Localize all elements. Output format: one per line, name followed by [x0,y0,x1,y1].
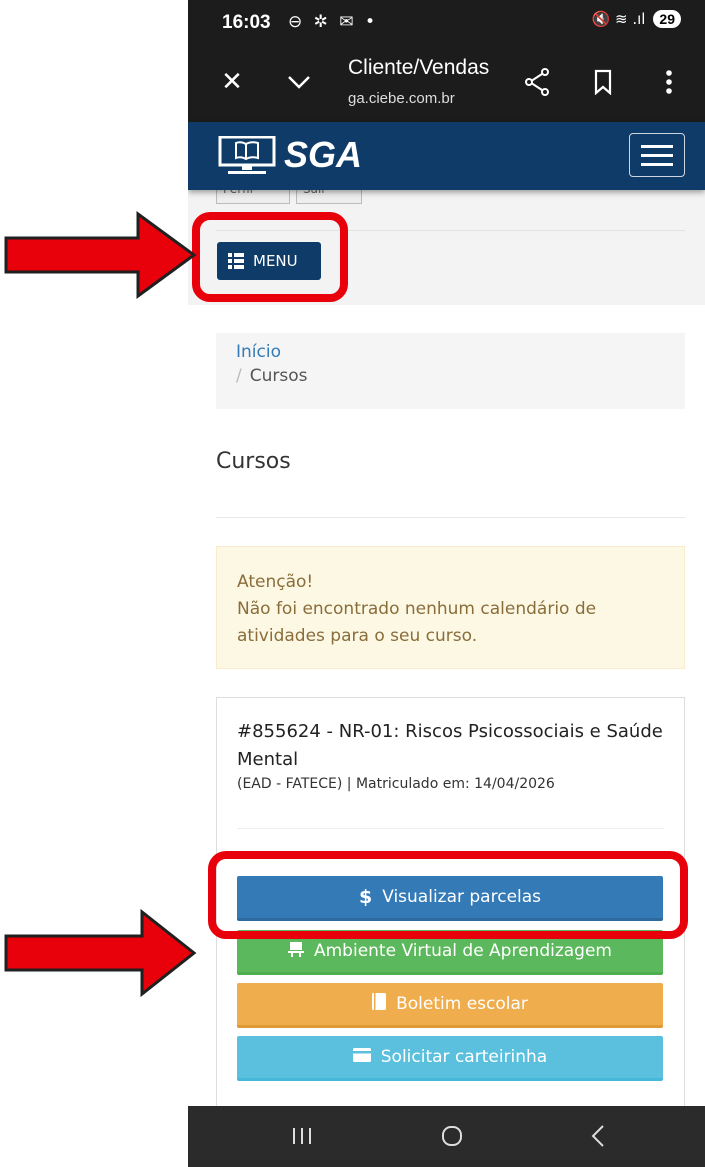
recent-apps-icon[interactable] [272,1116,332,1156]
report-card-button[interactable]: Boletim escolar [237,983,663,1028]
browser-page-title: Cliente/Vendas [348,56,490,79]
status-bar: 16:03 ⊖ ✲ ✉ • 🔇 ≋ .ıl 29 [188,0,705,46]
annotation-arrow-icon [4,211,197,299]
app-logo: SGA [284,134,363,175]
share-icon[interactable] [519,64,555,100]
book-icon [372,993,387,1015]
more-vertical-icon[interactable] [651,64,687,100]
course-meta: (EAD - FATECE) | Matriculado em: 14/04/2… [237,776,555,792]
alert-message: Não foi encontrado nenhum calendário de … [237,599,597,646]
system-nav-bar [188,1106,705,1167]
request-card-button[interactable]: Solicitar carteirinha [237,1036,663,1081]
hamburger-bar [641,153,673,157]
divider [237,828,664,829]
hamburger-bar [641,162,673,166]
back-icon[interactable] [568,1116,628,1156]
annotation-highlight-menu [192,212,348,302]
app-header: SGA [188,122,705,190]
browser-url[interactable]: ga.ciebe.com.br [348,90,455,107]
signal-icons: 🔇 ≋ .ıl [591,10,646,28]
notification-icons: ⊖ ✲ ✉ • [288,12,378,32]
browser-toolbar: ✕ Cliente/Vendas ga.ciebe.com.br [188,46,705,122]
bookmark-icon[interactable] [585,64,621,100]
breadcrumb-current: Cursos [249,366,308,386]
phone-screen: 16:03 ⊖ ✲ ✉ • 🔇 ≋ .ıl 29 ✕ Cliente/Venda… [188,0,705,1167]
course-title: #855624 - NR-01: Riscos Psicossociais e … [237,721,663,770]
monitor-book-icon [218,135,276,176]
annotation-highlight-installments [208,851,688,939]
warning-alert: Atenção! Não foi encontrado nenhum calen… [216,546,685,669]
action-label: Solicitar carteirinha [380,1047,548,1067]
status-time: 16:03 [222,12,271,33]
chevron-down-icon[interactable] [281,64,317,100]
close-icon[interactable]: ✕ [214,64,250,100]
home-icon[interactable] [422,1116,482,1156]
breadcrumb-home-link[interactable]: Início [236,342,665,362]
battery-badge: 29 [653,10,681,28]
breadcrumb-separator: / [236,366,242,386]
hamburger-menu-button[interactable] [629,133,685,177]
hamburger-bar [641,144,673,148]
classroom-icon [287,941,304,962]
action-label: Ambiente Virtual de Aprendizagem [313,941,612,961]
page-title: Cursos [216,449,291,474]
annotation-arrow-icon [4,908,197,998]
breadcrumb: Início / Cursos [216,333,685,409]
action-label: Boletim escolar [396,994,528,1014]
card-icon [352,1047,371,1067]
divider [216,517,685,518]
alert-title: Atenção! [237,572,314,592]
